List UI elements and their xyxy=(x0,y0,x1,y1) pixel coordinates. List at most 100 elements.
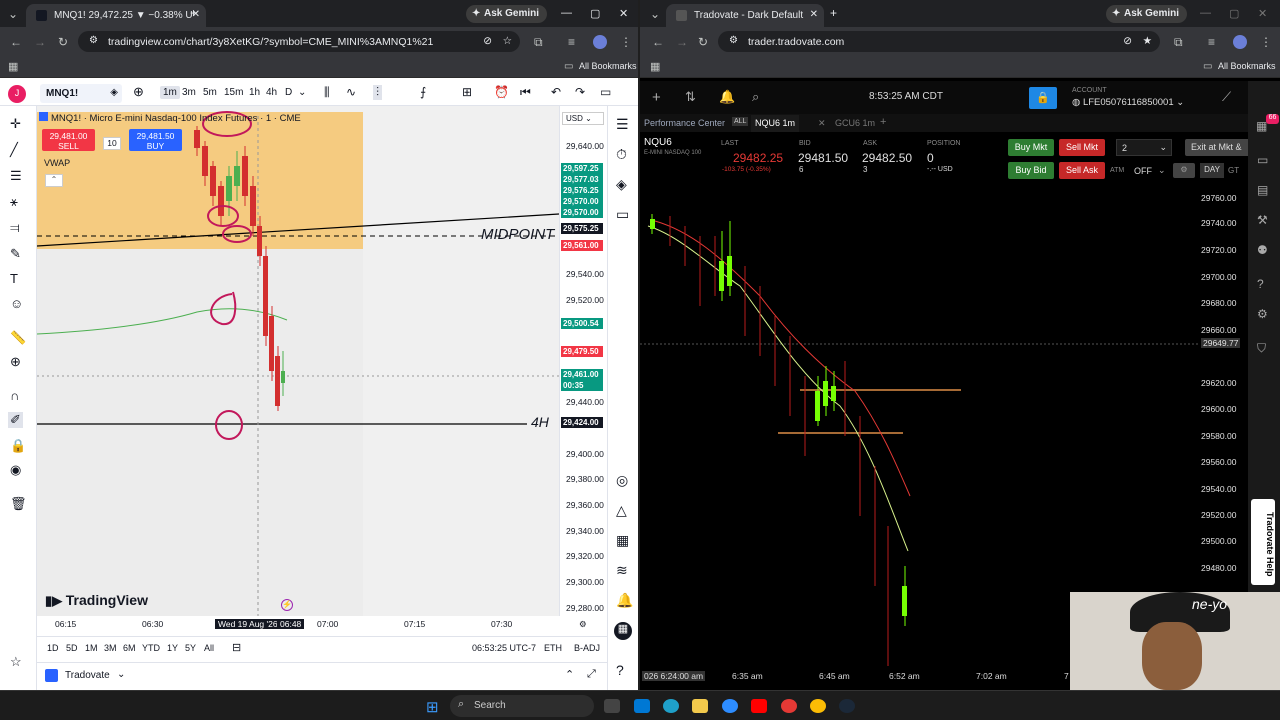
news-icon[interactable]: ▤ xyxy=(1257,183,1268,197)
account-select[interactable]: ◍ LFE05076116850001 ⌄ xyxy=(1072,97,1184,108)
tv-chart-pane[interactable]: MNQ1! · Micro E-mini Nasdaq-100 Index Fu… xyxy=(37,106,559,631)
ask-gemini-button[interactable]: ✦ Ask Gemini xyxy=(466,5,548,23)
tif-day[interactable]: DAY xyxy=(1200,163,1224,178)
all-bookmarks-label[interactable]: All Bookmarks xyxy=(1218,61,1276,71)
minimize-icon[interactable]: — xyxy=(561,7,572,19)
settings-icon[interactable]: ⚙ xyxy=(1173,163,1195,178)
range-1y[interactable]: 1Y xyxy=(167,643,178,653)
url-bar[interactable]: ⚙ trader.tradovate.com ⊘ ★ xyxy=(718,31,1160,52)
currency-select[interactable]: USD ⌄ xyxy=(562,112,604,125)
url-bar[interactable]: ⚙ tradingview.com/chart/3y8XetKG/?symbol… xyxy=(78,31,520,52)
magnet-tool-icon[interactable]: ∩ xyxy=(10,388,19,403)
kebab-menu-icon[interactable]: ⋮ xyxy=(620,35,632,49)
atm-select[interactable]: OFF xyxy=(1134,166,1152,176)
tf-d[interactable]: D xyxy=(285,87,292,98)
kebab-menu-icon[interactable]: ⋮ xyxy=(1260,35,1272,49)
transfer-icon[interactable]: ⇅ xyxy=(685,89,696,105)
qty-select[interactable]: 2 ⌄ xyxy=(1116,139,1172,156)
steam-icon[interactable] xyxy=(839,699,855,713)
star-filled-icon[interactable]: ★ xyxy=(1143,35,1152,47)
buy-market-button[interactable]: Buy Mkt xyxy=(1008,139,1054,156)
shield-icon[interactable]: ⛉ xyxy=(1257,341,1266,356)
pattern-tool-icon[interactable]: ⚹ xyxy=(10,194,18,210)
maximize-icon[interactable]: ▢ xyxy=(1229,7,1239,20)
buy-bid-button[interactable]: Buy Bid xyxy=(1008,162,1054,179)
notifications-icon[interactable]: 🔔 xyxy=(616,592,633,609)
tv-time-axis[interactable]: 06:15 06:30 Wed 19 Aug '26 06:48 07:00 0… xyxy=(37,616,607,632)
help-circle-icon[interactable]: ? xyxy=(1257,277,1264,291)
target-icon[interactable]: ◎ xyxy=(616,472,628,489)
file-explorer-icon[interactable] xyxy=(692,699,708,713)
visibility-tool-icon[interactable]: ◉ xyxy=(10,462,21,478)
tf-1m[interactable]: 1m xyxy=(160,86,180,99)
session-eth[interactable]: ETH xyxy=(544,643,562,653)
all-bookmarks-label[interactable]: All Bookmarks xyxy=(579,61,637,71)
community-icon[interactable]: ⚉ xyxy=(1257,243,1268,257)
profile-avatar[interactable] xyxy=(1233,35,1247,49)
tf-1h[interactable]: 1h xyxy=(249,87,260,98)
brush-tool-icon[interactable]: ✎ xyxy=(10,246,21,262)
chart-line-icon[interactable]: ⟋ xyxy=(1222,89,1231,105)
close-window-icon[interactable]: ✕ xyxy=(1258,7,1267,20)
chrome-icon[interactable] xyxy=(810,699,826,713)
maximize-icon[interactable]: ▢ xyxy=(590,7,600,20)
sell-market-button[interactable]: Sell Mkt xyxy=(1059,139,1105,156)
icons-tool-icon[interactable]: ☺ xyxy=(10,296,23,311)
tab-nqu6[interactable]: NQU6 1m xyxy=(751,115,800,132)
star-icon[interactable]: ☆ xyxy=(503,35,512,47)
panel-maximize-icon[interactable]: ⤢ xyxy=(587,668,596,681)
sell-ask-button[interactable]: Sell Ask xyxy=(1059,162,1105,179)
line-chart-icon[interactable]: ∿ xyxy=(346,85,356,99)
tab-performance-center[interactable]: Performance Center xyxy=(644,118,725,128)
tif-gt[interactable]: GT xyxy=(1228,166,1239,175)
text-tool-icon[interactable]: T xyxy=(10,271,18,286)
undo-icon[interactable]: ↶ xyxy=(551,85,561,99)
edge-icon[interactable] xyxy=(663,699,679,713)
broker-dropdown-icon[interactable]: ⌄ xyxy=(117,669,125,680)
drawing-mode-icon[interactable]: ✐ xyxy=(8,412,23,428)
utc-clock[interactable]: 06:53:25 UTC-7 xyxy=(472,643,536,653)
watchlist-icon[interactable]: ☰ xyxy=(616,116,629,133)
tf-dropdown-icon[interactable]: ⌄ xyxy=(298,87,306,98)
range-all[interactable]: All xyxy=(204,643,214,653)
trash-tool-icon[interactable]: 🗑 xyxy=(10,496,27,512)
back-adjust[interactable]: B-ADJ xyxy=(574,643,600,653)
add-tab-icon[interactable]: + xyxy=(880,116,886,128)
projection-tool-icon[interactable]: ⫤ xyxy=(10,220,20,236)
tradovate-help-tab[interactable]: Tradovate Help xyxy=(1251,499,1275,585)
tf-3m[interactable]: 3m xyxy=(182,87,196,98)
lock-tool-icon[interactable]: 🔒 xyxy=(10,438,26,454)
add-icon[interactable]: + xyxy=(652,89,661,106)
new-tab-icon[interactable]: + xyxy=(190,6,197,20)
compare-icon[interactable]: ◈ xyxy=(110,87,118,98)
add-symbol-icon[interactable]: ⊕ xyxy=(133,84,144,100)
taskbar-search[interactable]: ⌕ Search xyxy=(450,695,594,717)
reload-icon[interactable]: ↻ xyxy=(58,35,68,49)
tv-price-scale[interactable]: USD ⌄ 29,640.00 29,540.00 29,520.00 29,4… xyxy=(559,106,607,631)
range-3m[interactable]: 3M xyxy=(104,643,117,653)
tab-search-icon[interactable]: ⌄ xyxy=(8,7,18,21)
forward-icon[interactable]: → xyxy=(34,35,46,49)
tf-15m[interactable]: 15m xyxy=(224,87,243,98)
zoom-tool-icon[interactable]: ⊕ xyxy=(10,354,21,370)
symbol-code[interactable]: NQU6 xyxy=(644,137,672,148)
reload-icon[interactable]: ↻ xyxy=(698,35,708,49)
windows-start-icon[interactable]: ⊞ xyxy=(426,698,439,716)
help-icon[interactable]: ? xyxy=(616,662,624,678)
bar-style-icon[interactable]: ⫶ xyxy=(373,85,383,100)
site-info-icon[interactable]: ⚙ xyxy=(89,35,98,46)
range-5y[interactable]: 5Y xyxy=(185,643,196,653)
lock-icon[interactable]: 🔒 xyxy=(1029,87,1057,109)
favorites-star-icon[interactable]: ☆ xyxy=(10,654,22,670)
extensions-icon[interactable]: ⧉ xyxy=(534,35,543,49)
triangle-icon[interactable]: △ xyxy=(616,502,627,519)
candles-icon[interactable]: ⫼ xyxy=(324,85,330,100)
settings-icon[interactable]: ⚙ xyxy=(1257,307,1268,321)
panel-expand-icon[interactable]: ⌃ xyxy=(565,668,574,681)
new-tab-icon[interactable]: + xyxy=(830,6,837,20)
profile-avatar[interactable] xyxy=(593,35,607,49)
collapse-legend-icon[interactable]: ⌃ xyxy=(45,174,63,187)
tab-all-badge[interactable]: ALL xyxy=(732,117,749,126)
mail-icon[interactable] xyxy=(634,699,650,713)
range-6m[interactable]: 6M xyxy=(123,643,136,653)
